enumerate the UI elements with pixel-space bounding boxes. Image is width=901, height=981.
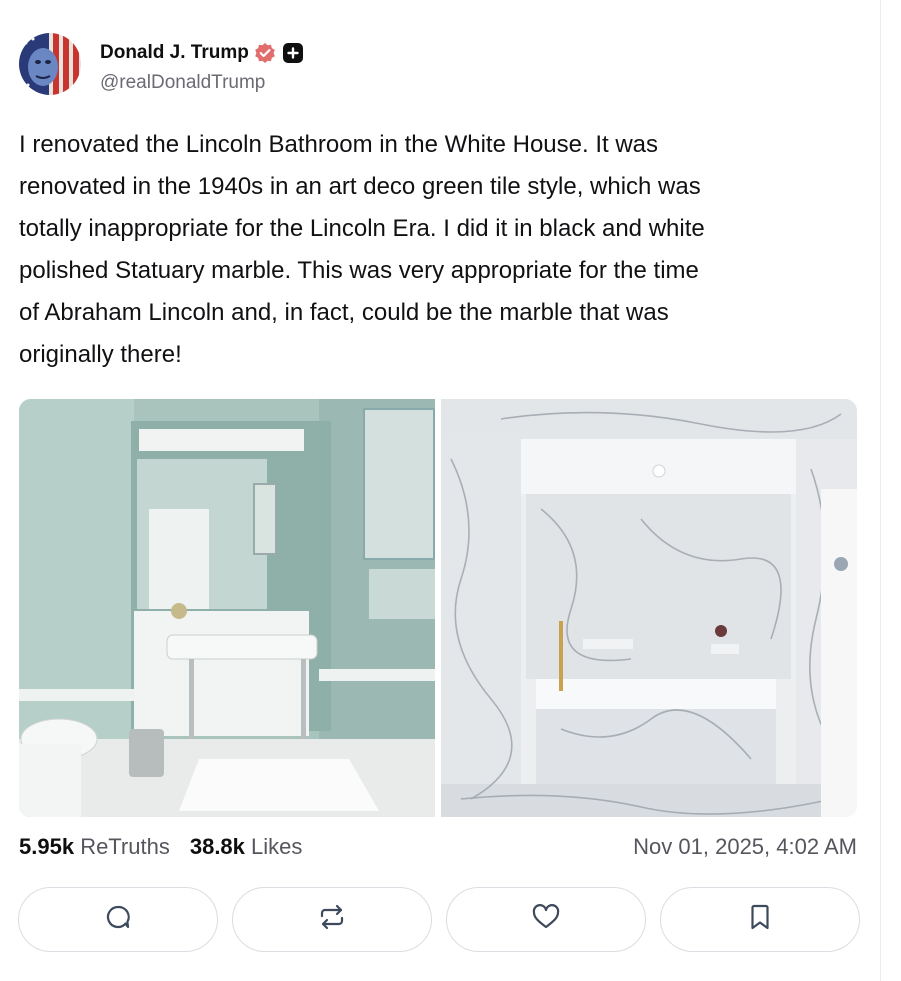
likes-stat[interactable]: 38.8k Likes — [190, 834, 303, 860]
likes-label: Likes — [251, 834, 303, 859]
post-stats: 5.95k ReTruths 38.8k Likes — [19, 834, 302, 860]
reply-button[interactable] — [18, 887, 218, 952]
post-text: I renovated the Lincoln Bathroom in the … — [19, 131, 705, 368]
retruths-label: ReTruths — [80, 834, 170, 859]
author-handle[interactable]: @realDonaldTrump — [100, 72, 265, 94]
post-actions — [18, 887, 860, 952]
author-name-row: Donald J. Trump — [100, 40, 303, 66]
column-divider — [880, 0, 881, 981]
avatar[interactable] — [19, 33, 81, 95]
display-name[interactable]: Donald J. Trump — [100, 42, 249, 64]
like-button[interactable] — [446, 887, 646, 952]
reply-icon — [104, 903, 132, 936]
truth-plus-icon — [282, 43, 303, 63]
likes-count: 38.8k — [189, 834, 245, 859]
bookmark-icon — [748, 903, 772, 936]
like-icon — [531, 903, 561, 936]
bookmark-button[interactable] — [660, 887, 860, 952]
green-tile-bathroom-photo[interactable] — [19, 399, 435, 817]
retruth-button[interactable] — [232, 887, 432, 952]
verified-badge-icon — [254, 42, 276, 64]
retruths-stat[interactable]: 5.95k ReTruths — [19, 834, 170, 860]
white-marble-bathroom-photo[interactable] — [441, 399, 857, 817]
avatar-image — [19, 33, 81, 95]
retruth-icon — [317, 903, 347, 936]
retruths-count: 5.95k — [19, 834, 75, 859]
post-timestamp[interactable]: Nov 01, 2025, 4:02 AM — [633, 834, 857, 860]
